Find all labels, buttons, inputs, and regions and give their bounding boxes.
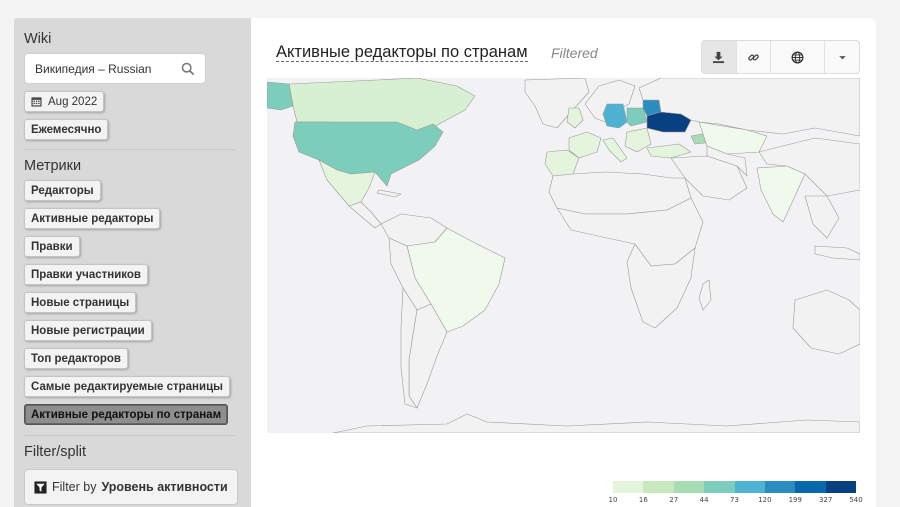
chart-toolbar bbox=[701, 40, 860, 74]
filter-icon bbox=[34, 480, 47, 494]
legend-tick-label: 199 bbox=[788, 496, 802, 504]
legend-swatch bbox=[764, 481, 796, 493]
chart-panel: Активные редакторы по странам Filtered 1… bbox=[251, 18, 876, 507]
legend-tick-label: 27 bbox=[669, 496, 679, 504]
filter-value: Уровень активности bbox=[101, 480, 228, 494]
filter-by-activity-button[interactable]: Filter by Уровень активности bbox=[24, 469, 238, 505]
metric-button-8[interactable]: Активные редакторы по странам bbox=[24, 404, 229, 425]
legend-tick-label: 16 bbox=[638, 496, 648, 504]
country-alaska bbox=[267, 81, 294, 111]
search-icon bbox=[181, 62, 195, 75]
date-label: Aug 2022 bbox=[48, 95, 98, 108]
legend-swatch bbox=[613, 481, 644, 493]
color-legend: 10 16 27 44 73 120 199 327 540 bbox=[609, 481, 863, 507]
map-view-button[interactable] bbox=[771, 41, 826, 73]
filter-prefix: Filter by bbox=[52, 480, 97, 494]
wiki-selector-value: Википедия – Russian bbox=[35, 61, 152, 76]
sidebar: Wiki Википедия – Russian Aug 2022 Ежемес… bbox=[14, 18, 251, 507]
metric-button-4[interactable]: Новые страницы bbox=[24, 292, 137, 313]
world-map[interactable] bbox=[267, 78, 860, 433]
link-button[interactable] bbox=[737, 41, 772, 73]
legend-swatch bbox=[673, 481, 705, 493]
legend-tick-label: 327 bbox=[818, 496, 833, 504]
legend-swatch bbox=[825, 481, 856, 493]
caret-down-icon bbox=[838, 55, 846, 59]
divider bbox=[24, 435, 236, 436]
legend-swatch bbox=[643, 481, 674, 493]
filtered-label: Filtered bbox=[551, 45, 598, 61]
metrics-section-title: Метрики bbox=[24, 158, 82, 174]
legend-tick-label: 540 bbox=[849, 496, 863, 504]
country-north-africa bbox=[548, 171, 692, 215]
calendar-icon bbox=[31, 97, 42, 107]
metric-button-2[interactable]: Правки bbox=[24, 236, 80, 257]
granularity-button[interactable]: Ежемесячно bbox=[24, 119, 109, 140]
chart-title[interactable]: Активные редакторы по странам bbox=[276, 43, 528, 62]
metric-button-7[interactable]: Самые редактируемые страницы bbox=[24, 376, 230, 397]
link-icon bbox=[748, 53, 759, 61]
legend-labels: 10 16 27 44 73 120 199 327 540 bbox=[609, 496, 863, 507]
legend-color-bar bbox=[613, 481, 856, 493]
download-icon bbox=[713, 51, 725, 63]
metric-button-0[interactable]: Редакторы bbox=[24, 180, 101, 201]
divider bbox=[24, 149, 236, 150]
wiki-section-title: Wiki bbox=[24, 31, 52, 47]
legend-tick-label: 73 bbox=[730, 496, 739, 504]
legend-swatch bbox=[795, 481, 826, 493]
legend-swatch bbox=[704, 481, 735, 493]
chart-type-dropdown[interactable] bbox=[825, 41, 859, 73]
globe-icon bbox=[791, 51, 804, 63]
legend-swatch bbox=[734, 481, 765, 493]
wiki-selector-input[interactable]: Википедия – Russian bbox=[24, 53, 206, 84]
filter-section-title: Filter/split bbox=[24, 444, 87, 460]
metric-button-6[interactable]: Топ редакторов bbox=[24, 348, 128, 369]
metric-button-3[interactable]: Правки участников bbox=[24, 264, 148, 285]
download-button[interactable] bbox=[702, 41, 737, 73]
date-button[interactable]: Aug 2022 bbox=[24, 91, 105, 112]
legend-tick-label: 120 bbox=[758, 496, 772, 504]
country-germany[interactable] bbox=[602, 103, 628, 129]
legend-tick-label: 44 bbox=[699, 496, 709, 504]
metric-button-1[interactable]: Активные редакторы bbox=[24, 208, 161, 229]
metrics-list: Редакторы Активные редакторы Правки Правки … bbox=[24, 180, 241, 432]
legend-tick-label: 10 bbox=[608, 496, 618, 504]
metric-button-5[interactable]: Новые регистрации bbox=[24, 320, 152, 341]
